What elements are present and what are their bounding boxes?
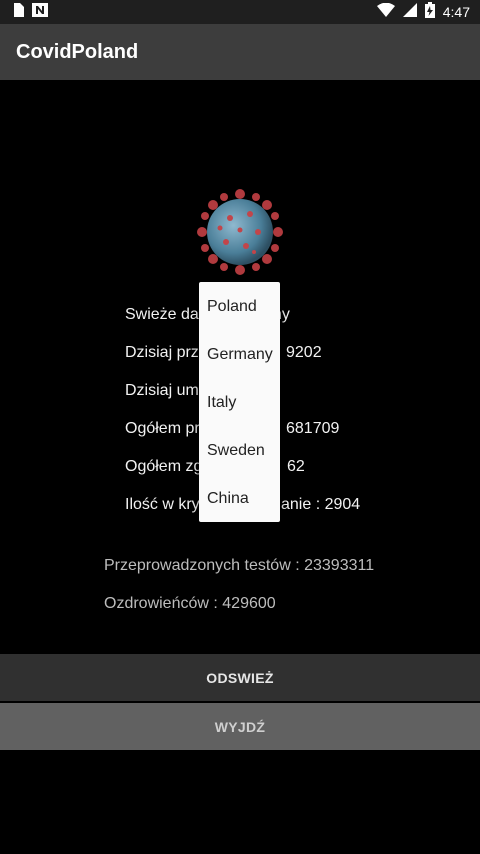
today-infected-label: Dzisiaj prz 9202 <box>125 344 322 361</box>
clock: 4:47 <box>442 4 470 20</box>
status-bar: 4:47 <box>0 0 480 24</box>
refresh-button[interactable]: ODSWIEŻ <box>0 654 480 701</box>
total-deaths-label: Ogółem zg 62 <box>125 458 305 475</box>
critical-state-label: Ilość w kry anie : 2904 <box>125 496 361 513</box>
battery-icon <box>424 1 435 23</box>
today-deaths-label: Dzisiaj um <box>125 382 199 399</box>
country-option-germany[interactable]: Germany <box>207 346 273 364</box>
recovered-label: Ozdrowieńców : 429600 <box>104 595 276 612</box>
wifi-icon <box>376 2 395 22</box>
n-notification-icon <box>32 2 48 22</box>
fresh-data-label: Swieże da ny <box>125 306 290 323</box>
total-infected-label: Ogółem pr 681709 <box>125 420 340 437</box>
tests-label: Przeprowadzonych testów : 23393311 <box>104 557 375 574</box>
country-option-italy[interactable]: Italy <box>207 394 236 412</box>
signal-icon <box>402 2 417 22</box>
country-option-poland[interactable]: Poland <box>207 298 257 316</box>
app-title: CovidPoland <box>16 40 139 63</box>
exit-button[interactable]: WYJDŹ <box>0 703 480 750</box>
app-bar: CovidPoland <box>0 24 480 80</box>
country-option-sweden[interactable]: Sweden <box>207 442 265 460</box>
country-dropdown: Poland Germany Italy Sweden China <box>199 282 280 522</box>
coronavirus-image <box>196 188 284 276</box>
sd-card-icon <box>12 2 24 22</box>
country-option-china[interactable]: China <box>207 490 249 508</box>
